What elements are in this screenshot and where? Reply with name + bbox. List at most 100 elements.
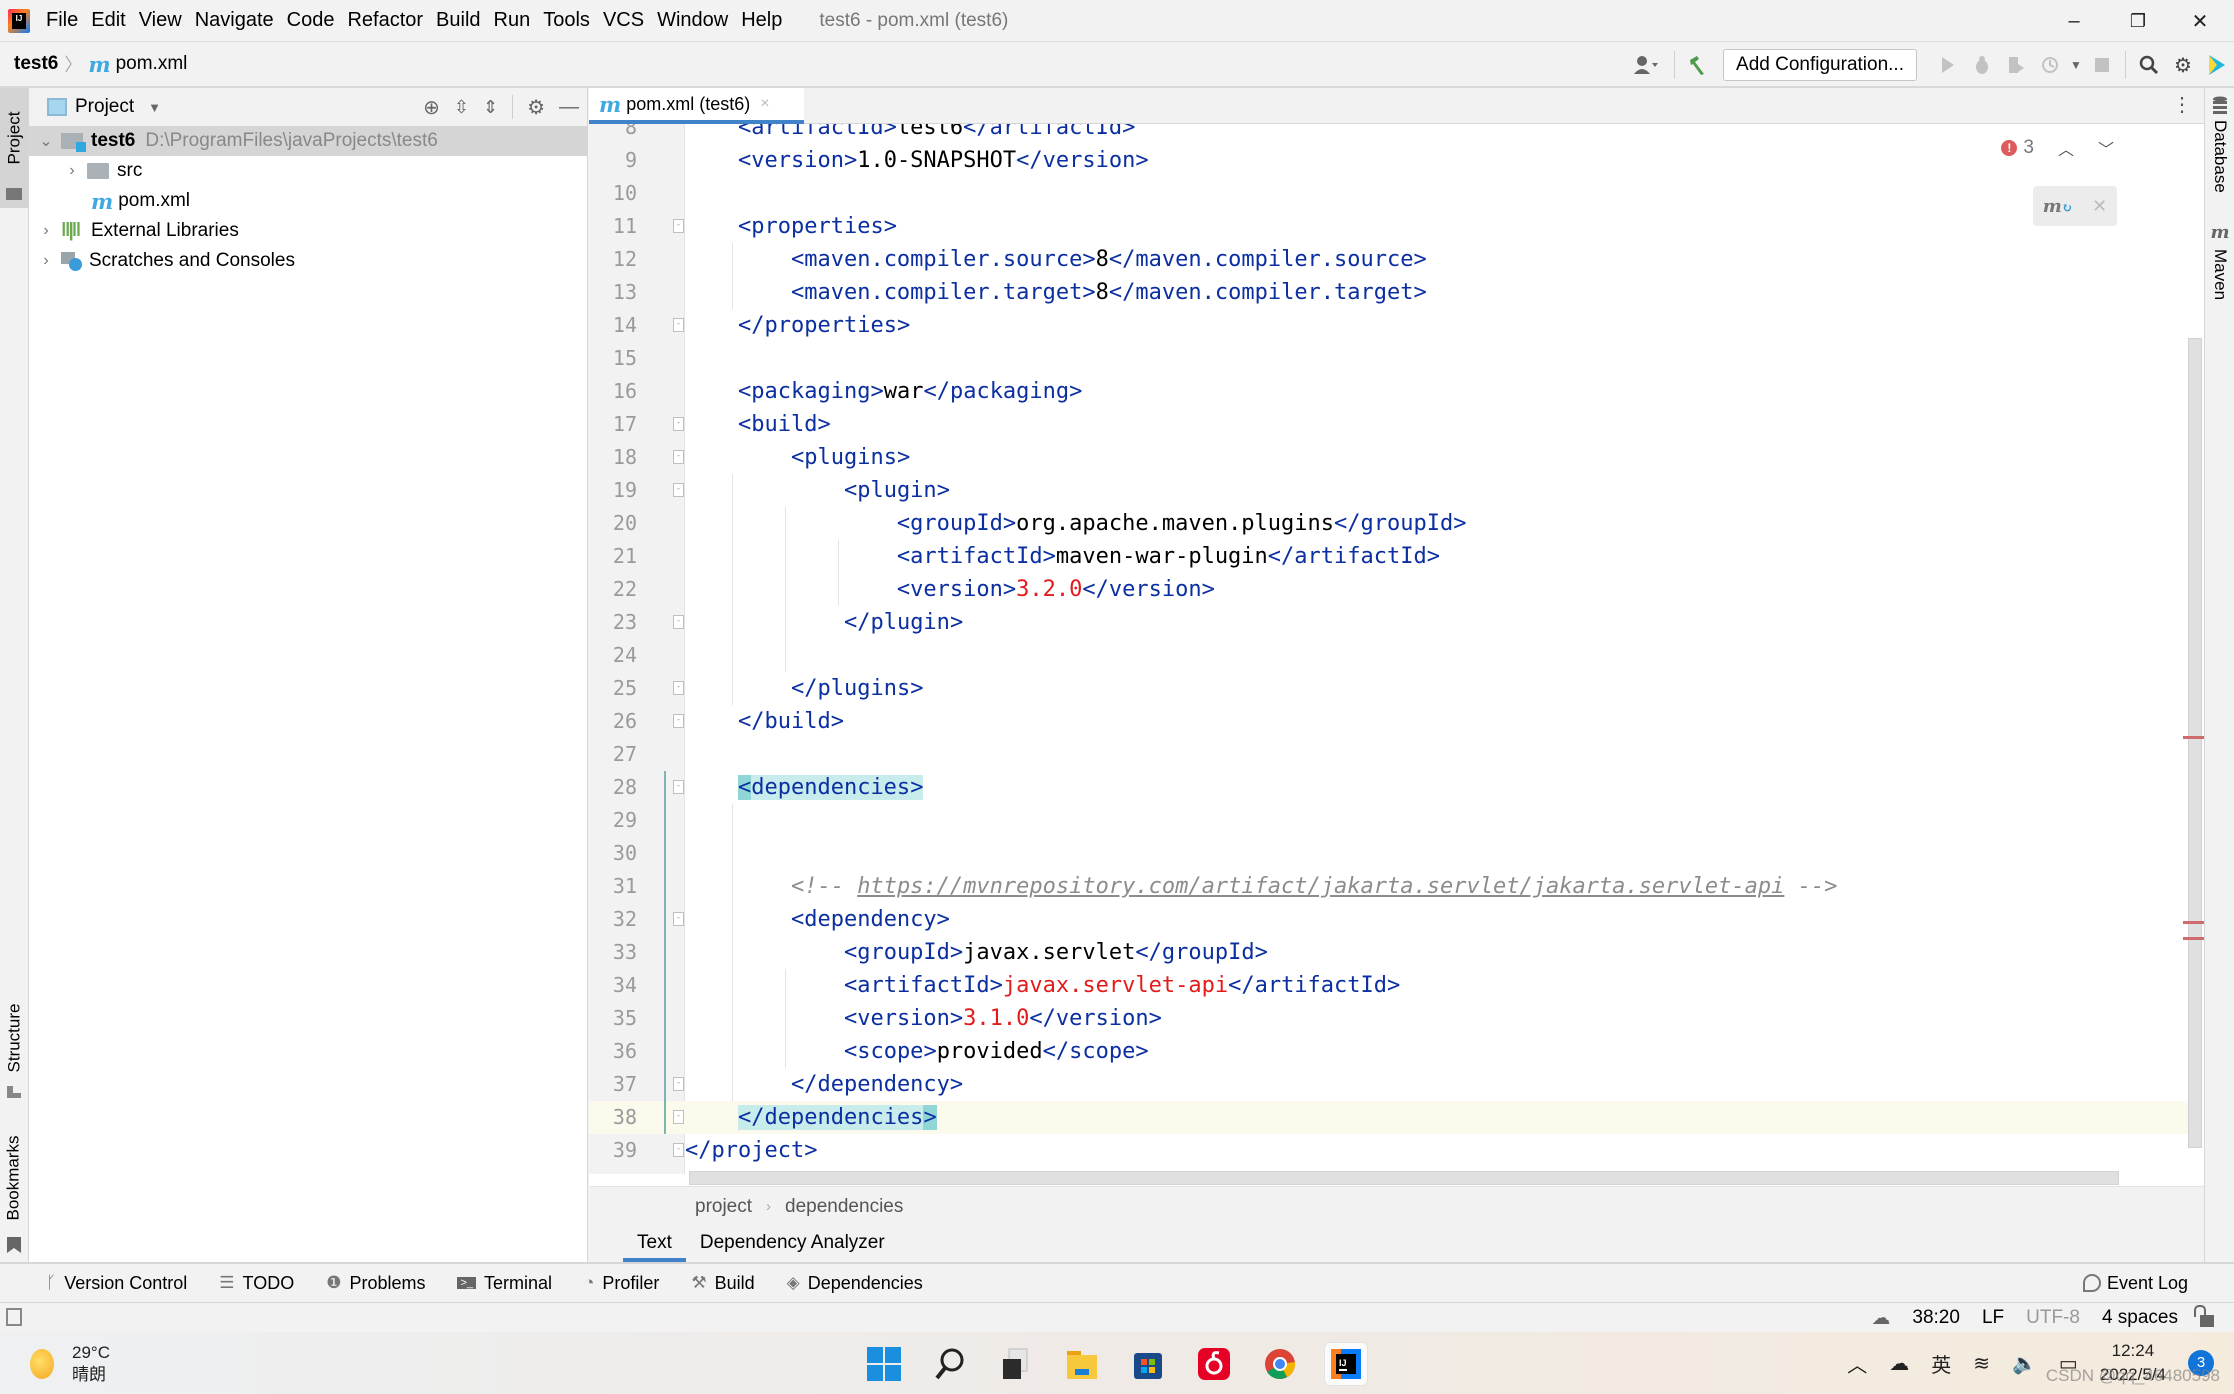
search-everywhere-icon[interactable] — [2132, 48, 2166, 82]
inspection-widget[interactable]: ! 3 ︿ ﹀ — [2001, 136, 2114, 160]
chevron-down-icon[interactable]: ▼ — [148, 100, 161, 115]
fold-end-icon[interactable]: - — [673, 1077, 684, 1091]
chevron-right-icon[interactable]: › — [63, 162, 81, 180]
line-number[interactable]: 28 — [589, 771, 637, 804]
code-line[interactable]: 23 - </plugin> — [589, 606, 2189, 639]
code-line[interactable]: 29 — [589, 804, 2189, 837]
line-number[interactable]: 31 — [589, 870, 637, 903]
line-number[interactable]: 25 — [589, 672, 637, 705]
file-encoding[interactable]: UTF-8 — [2026, 1307, 2080, 1329]
tree-item-test6[interactable]: ⌄ test6 D:\ProgramFiles\javaProjects\tes… — [29, 126, 587, 156]
database-tool-tab[interactable]: Database — [2205, 96, 2234, 193]
fold-start-icon[interactable]: - — [673, 219, 684, 233]
code-line[interactable]: 22 <version>3.2.0</version> — [589, 573, 2189, 606]
collapse-all-icon[interactable]: ⇕ — [483, 97, 498, 118]
hide-panel-icon[interactable]: — — [559, 96, 579, 119]
code-line[interactable]: 15 — [589, 342, 2189, 375]
panel-settings-gear-icon[interactable]: ⚙ — [527, 95, 545, 120]
vertical-scrollbar[interactable] — [2188, 338, 2202, 1148]
code-line[interactable]: 18 - <plugins> — [589, 441, 2189, 474]
fold-start-icon[interactable]: - — [673, 450, 684, 464]
code-line[interactable]: 16 <packaging>war</packaging> — [589, 375, 2189, 408]
input-method[interactable]: 英 — [1931, 1349, 1951, 1378]
line-number[interactable]: 19 — [589, 474, 637, 507]
file-explorer-button[interactable] — [1060, 1342, 1104, 1386]
line-number[interactable]: 29 — [589, 804, 637, 837]
code-line[interactable]: 14 - </properties> — [589, 309, 2189, 342]
run-icon[interactable] — [1931, 48, 1965, 82]
tab-dependency-analyzer[interactable]: Dependency Analyzer — [686, 1226, 899, 1262]
onedrive-icon[interactable]: ☁ — [1889, 1351, 1909, 1376]
error-stripe-mark[interactable] — [2183, 921, 2204, 924]
tree-item-scratches[interactable]: › Scratches and Consoles — [29, 246, 587, 276]
error-stripe-mark[interactable] — [2183, 937, 2204, 940]
code-line[interactable]: 34 <artifactId>javax.servlet-api</artifa… — [589, 969, 2189, 1002]
select-opened-file-icon[interactable]: ⊕ — [423, 95, 440, 120]
horizontal-scrollbar[interactable] — [689, 1171, 2119, 1185]
netease-music-button[interactable] — [1192, 1342, 1236, 1386]
fold-end-icon[interactable]: - — [673, 615, 684, 629]
comment-link[interactable]: https://mvnrepository.com/artifact/jakar… — [857, 874, 1784, 899]
add-configuration-button[interactable]: Add Configuration... — [1723, 49, 1917, 81]
error-stripe-mark[interactable] — [2183, 736, 2204, 739]
expand-all-icon[interactable]: ⇳ — [454, 97, 469, 118]
menu-view[interactable]: View — [139, 9, 182, 32]
breadcrumb-file[interactable]: pom.xml — [116, 53, 188, 75]
code-line[interactable]: 39 - </project> — [589, 1134, 2189, 1167]
next-highlight-icon[interactable]: ﹀ — [2098, 136, 2114, 160]
terminal-button[interactable]: >_ Terminal — [457, 1273, 552, 1294]
fold-start-icon[interactable]: - — [673, 912, 684, 926]
menu-window[interactable]: Window — [657, 9, 728, 32]
code-area[interactable]: 8 <artifactId>test6</artifactId> 9 <versi… — [589, 124, 2204, 1174]
menu-code[interactable]: Code — [287, 9, 335, 32]
close-popup-icon[interactable]: ✕ — [2092, 196, 2107, 217]
tab-text[interactable]: Text — [623, 1226, 686, 1262]
task-view-button[interactable] — [994, 1342, 1038, 1386]
project-view-title[interactable]: Project — [75, 96, 134, 118]
code-line[interactable]: 13 <maven.compiler.target>8</maven.compi… — [589, 276, 2189, 309]
line-number[interactable]: 16 — [589, 375, 637, 408]
tree-item-external-libraries[interactable]: › ‖|‖ External Libraries — [29, 216, 587, 246]
run-options-dropdown-icon[interactable]: ▼ — [2067, 48, 2085, 82]
problems-button[interactable]: ❶ Problems — [326, 1273, 425, 1294]
indent-setting[interactable]: 4 spaces — [2102, 1307, 2178, 1329]
todo-button[interactable]: ☰ TODO — [219, 1273, 294, 1294]
line-number[interactable]: 20 — [589, 507, 637, 540]
code-line[interactable]: 19 - <plugin> — [589, 474, 2189, 507]
inspection-profile-icon[interactable]: ☁ — [1871, 1307, 1890, 1330]
breadcrumb-project[interactable]: test6 — [14, 53, 58, 75]
fold-start-icon[interactable]: - — [673, 483, 684, 497]
toggle-tool-windows-icon[interactable] — [6, 1308, 22, 1326]
line-number[interactable]: 17 — [589, 408, 637, 441]
dependencies-button[interactable]: ◈ Dependencies — [787, 1273, 923, 1294]
fold-start-icon[interactable]: - — [673, 780, 684, 794]
code-line[interactable]: 8 <artifactId>test6</artifactId> — [589, 124, 2189, 144]
fold-start-icon[interactable]: - — [673, 417, 684, 431]
line-number[interactable]: 9 — [589, 144, 637, 177]
tree-item-src[interactable]: › src — [29, 156, 587, 186]
line-number[interactable]: 24 — [589, 639, 637, 672]
code-line[interactable]: 28 - <dependencies> — [589, 771, 2189, 804]
start-button[interactable] — [862, 1342, 906, 1386]
code-line[interactable]: 37 - </dependency> — [589, 1068, 2189, 1101]
code-line[interactable]: 12 <maven.compiler.source>8</maven.compi… — [589, 243, 2189, 276]
line-number[interactable]: 38 — [589, 1101, 637, 1134]
code-with-me-icon[interactable] — [2200, 48, 2234, 82]
code-line[interactable]: 31 <!-- https://mvnrepository.com/artifa… — [589, 870, 2189, 903]
code-line[interactable]: 33 <groupId>javax.servlet</groupId> — [589, 936, 2189, 969]
menu-build[interactable]: Build — [436, 9, 480, 32]
line-number[interactable]: 10 — [589, 177, 637, 210]
line-number[interactable]: 33 — [589, 936, 637, 969]
line-number[interactable]: 8 — [589, 124, 637, 144]
weather-widget[interactable]: 29°C 晴朗 — [30, 1342, 110, 1386]
menu-navigate[interactable]: Navigate — [195, 9, 274, 32]
stop-icon[interactable] — [2085, 48, 2119, 82]
code-line[interactable]: 35 <version>3.1.0</version> — [589, 1002, 2189, 1035]
code-line[interactable]: 10 — [589, 177, 2189, 210]
maven-reload-icon[interactable]: m↻ — [2043, 196, 2073, 217]
line-number[interactable]: 27 — [589, 738, 637, 771]
code-line[interactable]: 38 - </dependencies> — [589, 1101, 2189, 1134]
menu-tools[interactable]: Tools — [543, 9, 590, 32]
line-number[interactable]: 32 — [589, 903, 637, 936]
line-number[interactable]: 22 — [589, 573, 637, 606]
